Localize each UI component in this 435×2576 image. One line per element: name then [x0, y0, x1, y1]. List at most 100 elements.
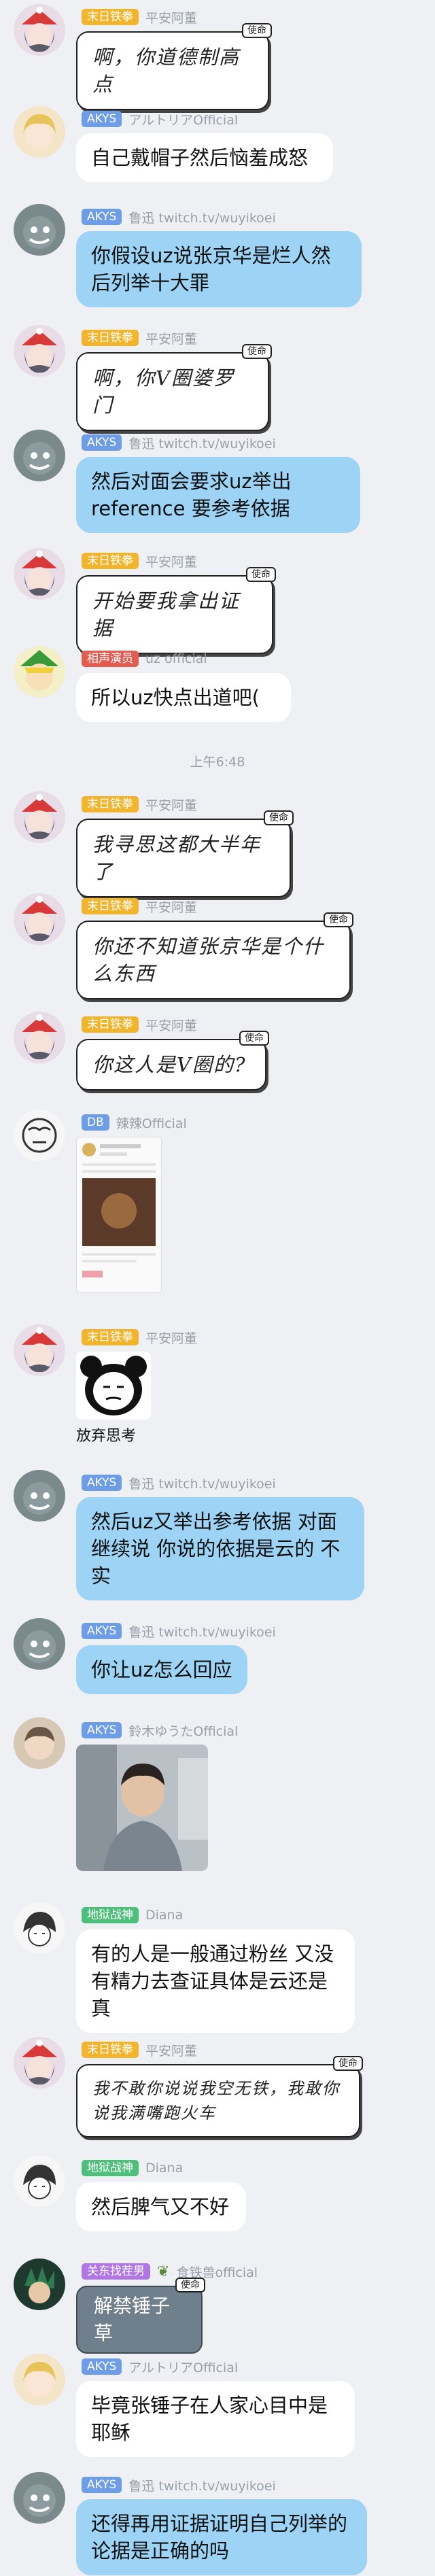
- message-bubble[interactable]: 你让uz怎么回应: [76, 1645, 247, 1694]
- message-text: 然后对面会要求uz举出reference 要参考依据: [91, 470, 292, 520]
- avatar[interactable]: [14, 4, 65, 56]
- message-bubble[interactable]: 有的人是一般通过粉丝 又没有精力去查证具体是云还是真: [76, 1929, 355, 2033]
- message-bubble[interactable]: 然后对面会要求uz举出reference 要参考依据: [76, 457, 360, 533]
- sender-meta: AKYS 鲁迅 twitch.tv/wuyikoei: [82, 2476, 276, 2494]
- sender-meta: DB 辣辣Official: [82, 1114, 187, 1131]
- avatar[interactable]: [14, 430, 65, 481]
- sender-name[interactable]: 辣辣Official: [116, 1114, 187, 1132]
- badge: 末日铁拳: [82, 898, 139, 914]
- sender-name[interactable]: 平安阿董: [145, 795, 197, 814]
- leaf-icon: ❦: [157, 2263, 170, 2280]
- avatar[interactable]: [14, 106, 65, 158]
- message-text: 开始要我拿出证据: [92, 589, 241, 640]
- message-item: 末日铁拳 平安阿董 我寻思这都大半年了 使命: [0, 791, 435, 897]
- sender-name[interactable]: 鲁迅 twitch.tv/wuyikoei: [128, 1622, 275, 1641]
- stamp-label: 使命: [333, 2056, 363, 2071]
- message-bubble[interactable]: 你假设uz说张京华是烂人然后列举十大罪: [76, 231, 362, 307]
- message-item: 末日铁拳 平安阿董 我不敢你说说我空无铁，我敢你说我满嘴跑火车 使命: [0, 2037, 435, 2152]
- avatar[interactable]: [14, 1470, 65, 1522]
- sender-name[interactable]: 鲁迅 twitch.tv/wuyikoei: [128, 434, 275, 452]
- sender-meta: 相声演员 uz official: [82, 650, 207, 668]
- message-bubble[interactable]: 啊，你道德制高点 使命: [76, 23, 272, 110]
- stamp-label: 使命: [264, 810, 294, 825]
- message-bubble[interactable]: 所以uz快点出道吧(: [76, 673, 291, 722]
- message-text: 然后uz又举出参考依据 对面继续说 你说的依据是云的 不实: [91, 1510, 341, 1587]
- avatar[interactable]: [14, 1618, 65, 1670]
- sender-name[interactable]: 平安阿董: [145, 329, 197, 347]
- sender-name[interactable]: 鲁迅 twitch.tv/wuyikoei: [128, 1474, 275, 1492]
- message-bubble[interactable]: 毕竟张锤子在人家心目中是耶稣: [76, 2381, 355, 2457]
- avatar[interactable]: [14, 893, 65, 945]
- message-bubble[interactable]: 解禁锤子草 使命: [76, 2278, 205, 2354]
- sender-meta: 末日铁拳 平安阿董: [82, 897, 197, 915]
- avatar[interactable]: [14, 2354, 65, 2405]
- message-bubble[interactable]: 你这人是V圈的? 使命: [76, 1031, 269, 1090]
- message-bubble[interactable]: 自己戴帽子然后恼羞成怒: [76, 133, 333, 182]
- message-bubble[interactable]: 我不敢你说说我空无铁，我敢你说我满嘴跑火车 使命: [76, 2056, 363, 2137]
- avatar[interactable]: [14, 1717, 65, 1769]
- sender-name[interactable]: 平安阿董: [145, 897, 197, 916]
- avatar[interactable]: [14, 2155, 65, 2207]
- avatar[interactable]: [14, 1324, 65, 1376]
- avatar[interactable]: [14, 646, 65, 698]
- message-item: 末日铁拳 平安阿董 你还不知道张京华是个什么东西 使命: [0, 893, 435, 999]
- sender-name[interactable]: 鈴木ゆうたOfficial: [128, 1721, 238, 1740]
- message-item: AKYS 鲁迅 twitch.tv/wuyikoei 然后对面会要求uz举出ref…: [0, 430, 435, 538]
- message-bubble[interactable]: 我寻思这都大半年了 使命: [76, 810, 294, 897]
- sender-meta: AKYS 鲁迅 twitch.tv/wuyikoei: [82, 1474, 276, 1492]
- sender-meta: 末日铁拳 平安阿董: [82, 552, 197, 570]
- message-bubble[interactable]: 啊，你V圈婆罗门 使命: [76, 344, 272, 431]
- sender-name[interactable]: uz official: [145, 651, 207, 666]
- message-item: 末日铁拳 平安阿董 开始要我拿出证据 使命: [0, 548, 435, 654]
- chat-log[interactable]: 末日铁拳 平安阿董 啊，你道德制高点 使命 AKYS アルトリアOfficial 自己…: [0, 0, 435, 2576]
- badge: AKYS: [82, 209, 122, 225]
- message-bubble[interactable]: 你还不知道张京华是个什么东西 使命: [76, 912, 353, 999]
- message-item: AKYS 鲁迅 twitch.tv/wuyikoei 还得再用证据证明自己列举的论…: [0, 2472, 435, 2576]
- message-bubble[interactable]: 开始要我拿出证据 使命: [76, 567, 276, 654]
- sender-name[interactable]: 鲁迅 twitch.tv/wuyikoei: [128, 2476, 275, 2494]
- sender-name[interactable]: Diana: [145, 1908, 183, 1923]
- panda-meme-sticker[interactable]: [76, 1352, 151, 1420]
- sender-name[interactable]: アルトリアOfficial: [128, 2358, 238, 2376]
- message-text: 解禁锤子草: [94, 2295, 171, 2344]
- sender-name[interactable]: 平安阿董: [145, 552, 197, 570]
- avatar[interactable]: [14, 2259, 65, 2310]
- message-item: 地狱战神 Diana 然后脾气又不好: [0, 2155, 435, 2237]
- message-text: 你这人是V圈的?: [92, 1053, 247, 1076]
- stamp-label: 使命: [324, 912, 353, 927]
- avatar[interactable]: [14, 2472, 65, 2524]
- sender-name[interactable]: アルトリアOfficial: [128, 110, 238, 128]
- sender-meta: AKYS アルトリアOfficial: [82, 110, 238, 128]
- badge: 末日铁拳: [82, 1016, 139, 1033]
- badge: 末日铁拳: [82, 796, 139, 812]
- message-text: 啊，你道德制高点: [92, 46, 241, 96]
- sender-meta: 末日铁拳 平安阿董: [82, 1328, 197, 1346]
- stamp-label: 使命: [239, 1031, 269, 1046]
- badge: AKYS: [82, 1623, 122, 1639]
- sender-name[interactable]: Diana: [145, 2161, 183, 2176]
- badge: 关东找茬男: [82, 2263, 150, 2280]
- image-attachment[interactable]: [76, 1745, 208, 1871]
- message-bubble[interactable]: 然后uz又举出参考依据 对面继续说 你说的依据是云的 不实: [76, 1497, 364, 1600]
- avatar[interactable]: [14, 2037, 65, 2089]
- message-bubble[interactable]: 然后脾气又不好: [76, 2182, 246, 2231]
- sender-name[interactable]: 平安阿董: [145, 1016, 197, 1034]
- image-attachment[interactable]: [76, 1137, 162, 1293]
- sender-name[interactable]: 平安阿董: [145, 8, 197, 27]
- badge: 末日铁拳: [82, 2042, 139, 2058]
- sender-name[interactable]: 平安阿董: [145, 2041, 197, 2059]
- avatar[interactable]: [14, 1902, 65, 1954]
- avatar[interactable]: [14, 1110, 65, 1161]
- sender-name[interactable]: 鲁迅 twitch.tv/wuyikoei: [128, 208, 275, 226]
- badge: AKYS: [82, 2358, 122, 2375]
- avatar[interactable]: [14, 791, 65, 843]
- avatar[interactable]: [14, 325, 65, 377]
- message-item: AKYS 鲁迅 twitch.tv/wuyikoei 你假设uz说张京华是烂人然后…: [0, 204, 435, 313]
- avatar[interactable]: [14, 548, 65, 600]
- avatar[interactable]: [14, 204, 65, 256]
- badge: 相声演员: [82, 651, 139, 667]
- avatar[interactable]: [14, 1012, 65, 1063]
- sender-name[interactable]: 平安阿董: [145, 1328, 197, 1347]
- message-text: 所以uz快点出道吧(: [91, 686, 260, 709]
- message-bubble[interactable]: 还得再用证据证明自己列举的论据是正确的吗: [76, 2499, 367, 2575]
